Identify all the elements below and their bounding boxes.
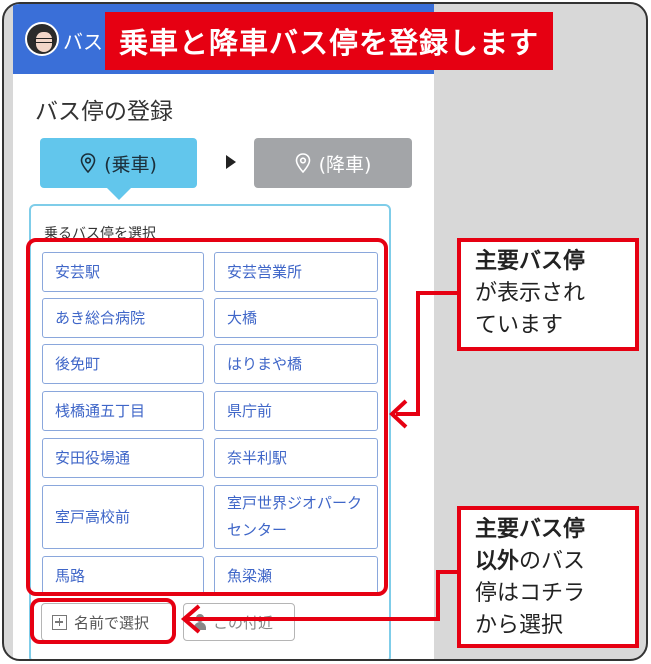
screenshot-frame: バス バス停の登録 (乗車) (降車) 乗るバス停を選択 安芸駅 安芸営業所 あ… <box>2 2 648 661</box>
callout-main-line3: ています <box>475 313 564 338</box>
highlight-select-by-name <box>30 598 176 644</box>
map-pin-icon <box>80 153 96 173</box>
avatar-glasses <box>34 38 54 43</box>
tab-boarding-label: (乗車) <box>104 153 157 176</box>
callout-main-stops: 主要バス停 が表示され ています <box>457 238 639 351</box>
callout-other-line3: 停はコチラ <box>475 581 586 606</box>
nearby-button[interactable]: この付近 <box>183 603 295 641</box>
callout-other-stops: 主要バス停 以外のバス 停はコチラ から選択 <box>457 506 639 648</box>
callout-other-line4: から選択 <box>475 613 564 638</box>
annotation-banner: 乗車と降車バス停を登録します <box>105 12 553 70</box>
tab-boarding[interactable]: (乗車) <box>40 138 197 188</box>
callout-other-bold1: 主要バス停 <box>475 517 586 542</box>
callout-other-bold2: 以外 <box>475 549 520 574</box>
nearby-label: この付近 <box>213 613 274 632</box>
callout-other-rest1: のバス <box>519 549 586 574</box>
map-pin-icon <box>295 153 310 173</box>
tab-alighting-label: (降車) <box>318 153 372 176</box>
callout-main-line2: が表示され <box>475 281 586 306</box>
page-title: バス停の登録 <box>35 99 173 125</box>
avatar[interactable] <box>25 22 59 56</box>
app-name: バス <box>63 30 103 54</box>
callout-main-bold: 主要バス停 <box>475 249 586 274</box>
tab-alighting[interactable]: (降車) <box>254 138 412 188</box>
person-icon <box>194 614 206 630</box>
highlight-main-stops <box>26 238 388 596</box>
active-tab-notch <box>107 188 131 200</box>
triangle-right-icon <box>226 155 236 169</box>
